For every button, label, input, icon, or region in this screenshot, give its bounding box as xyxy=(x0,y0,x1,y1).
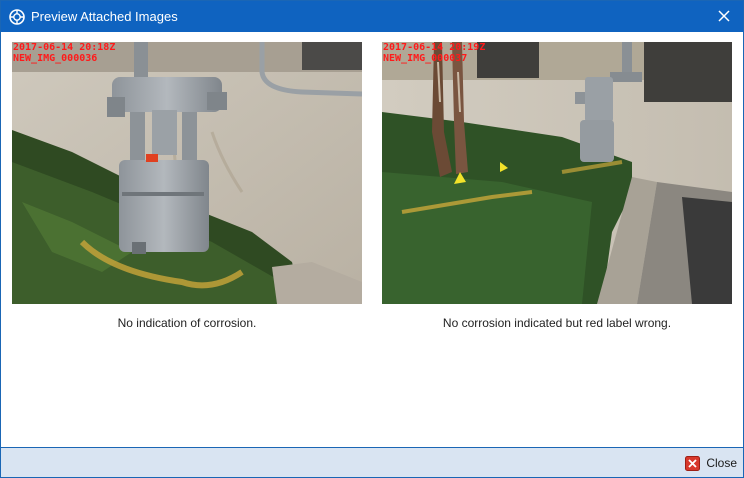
close-button[interactable]: Close xyxy=(685,454,737,472)
close-icon[interactable] xyxy=(715,7,733,25)
image-preview-area: 2017-06-14 20:18Z NEW_IMG_000036 No indi… xyxy=(1,32,743,447)
image-caption: No indication of corrosion. xyxy=(117,316,257,330)
gas-meter-photo xyxy=(12,42,362,304)
dialog-title: Preview Attached Images xyxy=(31,9,178,24)
title-bar: Preview Attached Images xyxy=(1,1,743,32)
image-card: 2017-06-14 20:18Z NEW_IMG_000036 No indi… xyxy=(12,42,362,330)
photo-timestamp: 2017-06-14 20:18Z xyxy=(13,42,116,53)
attached-photo[interactable]: 2017-06-14 20:18Z NEW_IMG_000036 xyxy=(12,42,362,304)
image-caption: No corrosion indicated but red label wro… xyxy=(442,316,672,330)
dialog-footer: Close xyxy=(1,447,743,477)
gas-meter-photo xyxy=(382,42,732,304)
app-logo-icon xyxy=(9,8,25,25)
photo-image-id: NEW_IMG_000037 xyxy=(383,53,468,64)
photo-image-id: NEW_IMG_000036 xyxy=(13,53,98,64)
close-button-label: Close xyxy=(706,456,737,470)
close-icon xyxy=(685,455,701,471)
photo-timestamp-overlay: 2017-06-14 20:18Z NEW_IMG_000036 xyxy=(13,42,115,64)
photo-timestamp-overlay: 2017-06-14 20:19Z NEW_IMG_000037 xyxy=(383,42,485,64)
attached-photo[interactable]: 2017-06-14 20:19Z NEW_IMG_000037 xyxy=(382,42,732,304)
preview-images-dialog: Preview Attached Images 2017-06-14 20:18… xyxy=(0,0,744,478)
photo-timestamp: 2017-06-14 20:19Z xyxy=(383,42,486,53)
image-card: 2017-06-14 20:19Z NEW_IMG_000037 No corr… xyxy=(382,42,732,330)
